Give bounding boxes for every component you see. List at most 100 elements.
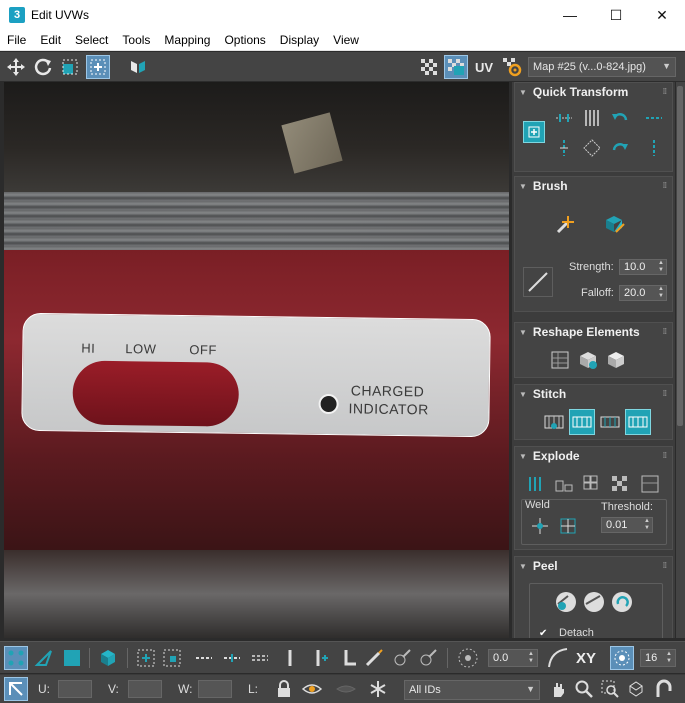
align-vertical-icon[interactable] — [581, 107, 603, 129]
texture-bottom — [4, 550, 509, 638]
break-by-material-icon[interactable] — [551, 471, 577, 497]
edge-distance-field[interactable]: 16 ▲ ▼ — [640, 649, 676, 667]
edge-select-icon[interactable] — [32, 646, 56, 670]
linear-align-icon[interactable] — [581, 137, 603, 159]
stitch-header[interactable]: ▼ Stitch ⁞⁞ — [515, 385, 672, 403]
stitch-to-average-icon[interactable] — [569, 409, 595, 435]
freeform-mode-icon[interactable] — [86, 55, 110, 79]
u-coordinate-field[interactable] — [58, 680, 92, 698]
uv-space-toggle[interactable]: UV — [472, 55, 496, 79]
ring-select-icon[interactable] — [248, 646, 272, 670]
texture-map-dropdown[interactable]: Map #25 (v...0-824.jpg) ▼ — [528, 57, 676, 77]
threshold-spinner[interactable]: 0.01 ▲ ▼ — [601, 517, 653, 533]
panel-scrollbar-thumb[interactable] — [677, 86, 683, 426]
menu-file[interactable]: File — [0, 33, 33, 47]
break-custom-icon[interactable] — [637, 471, 663, 497]
uv-vertex-handle[interactable] — [318, 393, 339, 415]
lock-icon[interactable] — [272, 677, 296, 701]
menu-select[interactable]: Select — [68, 33, 115, 47]
straighten-selection-icon[interactable] — [547, 347, 573, 373]
align-horizontal-icon[interactable] — [553, 107, 575, 129]
show-eye-icon[interactable] — [334, 677, 358, 701]
falloff-distance-field[interactable]: 0.0 ▲ ▼ — [488, 649, 538, 667]
break-checker-icon[interactable] — [607, 471, 633, 497]
falloff-curve-icon[interactable] — [546, 646, 570, 670]
soft-selection-icon[interactable] — [456, 646, 480, 670]
quick-peel-icon[interactable] — [553, 589, 579, 615]
polygon-select-icon[interactable] — [60, 646, 84, 670]
material-ids-dropdown[interactable]: All IDs ▼ — [404, 680, 540, 700]
paint-select-grow-icon[interactable] — [390, 646, 414, 670]
v-coordinate-field[interactable] — [128, 680, 162, 698]
ring-grow-icon[interactable] — [278, 646, 302, 670]
freeze-snowflake-icon[interactable] — [366, 677, 390, 701]
paint-select-shrink-icon[interactable] — [416, 646, 440, 670]
weld-selected-icon[interactable] — [529, 515, 551, 537]
maximize-button[interactable]: ☐ — [593, 0, 639, 30]
falloff-spinner[interactable]: 20.0 ▲ ▼ — [619, 285, 667, 301]
falloff-space-toggle[interactable]: XY — [572, 646, 600, 670]
loop-grow-icon[interactable] — [220, 646, 244, 670]
menu-mapping[interactable]: Mapping — [157, 33, 217, 47]
menu-options[interactable]: Options — [217, 33, 272, 47]
quick-transform-header[interactable]: ▼ Quick Transform ⁞⁞ — [515, 83, 672, 101]
paint-move-brush-icon[interactable] — [553, 211, 579, 237]
reshape-elements-header[interactable]: ▼ Reshape Elements ⁞⁞ — [515, 323, 672, 341]
uv-editor-viewport[interactable]: HI LOW OFF CHARGED INDICATOR — [4, 82, 509, 638]
menu-display[interactable]: Display — [273, 33, 326, 47]
stitch-custom-icon[interactable] — [625, 409, 651, 435]
space-horizontal-icon[interactable] — [643, 107, 665, 129]
strength-spinner[interactable]: 10.0 ▲ ▼ — [619, 259, 667, 275]
checker-pattern-icon[interactable] — [417, 55, 441, 79]
stitch-to-source-icon[interactable] — [597, 409, 623, 435]
edge-loop-minus-icon[interactable] — [336, 646, 360, 670]
break-by-smoothing-icon[interactable] — [523, 471, 549, 497]
menu-tools[interactable]: Tools — [115, 33, 157, 47]
mirror-tool-icon[interactable] — [126, 55, 150, 79]
stitch-to-target-icon[interactable] — [541, 409, 567, 435]
relax-until-flat-icon[interactable] — [575, 347, 601, 373]
menu-edit[interactable]: Edit — [33, 33, 68, 47]
pivot-icon[interactable] — [523, 121, 545, 143]
brush-header[interactable]: ▼ Brush ⁞⁞ — [515, 177, 672, 195]
rotate-tool-icon[interactable] — [31, 55, 55, 79]
zoom-region-icon[interactable] — [598, 677, 622, 701]
peel-header[interactable]: ▼ Peel ⁞⁞ — [515, 557, 672, 575]
element-select-icon[interactable] — [96, 646, 120, 670]
show-map-icon[interactable] — [444, 55, 468, 79]
absolute-offset-icon[interactable] — [4, 677, 28, 701]
align-to-edge-icon[interactable] — [553, 137, 575, 159]
hide-eye-icon[interactable] — [300, 677, 324, 701]
settings-gear-icon[interactable] — [500, 55, 524, 79]
shrink-selection-icon[interactable] — [160, 646, 184, 670]
uv-island-outline[interactable]: HI LOW OFF CHARGED INDICATOR — [21, 312, 491, 438]
zoom-magnifier-icon[interactable] — [572, 677, 596, 701]
menu-view[interactable]: View — [326, 33, 366, 47]
limit-selection-icon[interactable] — [610, 646, 634, 670]
move-tool-icon[interactable] — [4, 55, 28, 79]
scale-tool-icon[interactable] — [58, 55, 82, 79]
close-button[interactable]: ✕ — [639, 0, 685, 30]
explode-header[interactable]: ▼ Explode ⁞⁞ — [515, 447, 672, 465]
w-coordinate-field[interactable] — [198, 680, 232, 698]
vertex-select-icon[interactable] — [4, 646, 28, 670]
pan-hand-icon[interactable] — [546, 677, 570, 701]
relax-brush-icon[interactable] — [601, 211, 627, 237]
minimize-button[interactable]: — — [547, 0, 593, 30]
peel-mode-icon[interactable] — [581, 589, 607, 615]
space-vertical-icon[interactable] — [643, 137, 665, 159]
weld-all-icon[interactable] — [557, 515, 579, 537]
zoom-extents-icon[interactable] — [624, 677, 648, 701]
relax-custom-icon[interactable] — [603, 347, 629, 373]
rotate-cw-icon[interactable] — [609, 137, 631, 159]
break-by-polygons-icon[interactable] — [579, 471, 605, 497]
loop-select-icon[interactable] — [192, 646, 216, 670]
reset-peel-icon[interactable] — [609, 589, 635, 615]
rotate-ccw-icon[interactable] — [609, 107, 631, 129]
detach-checkbox[interactable]: ✔ — [539, 629, 549, 639]
paint-select-icon[interactable] — [362, 646, 386, 670]
brush-falloff-icon[interactable] — [523, 267, 553, 297]
grow-selection-icon[interactable] — [134, 646, 158, 670]
snap-magnet-icon[interactable] — [652, 677, 676, 701]
edge-loop-plus-icon[interactable] — [308, 646, 332, 670]
